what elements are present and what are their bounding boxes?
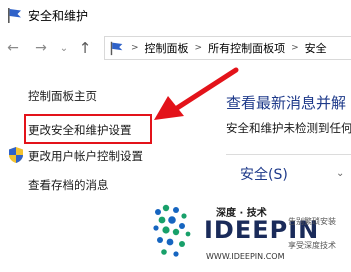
breadcrumb-control-panel[interactable]: 控制面板	[145, 40, 189, 56]
chevron-right-icon: >	[131, 43, 139, 53]
change-uac-settings-link[interactable]: 更改用户帐户控制设置	[28, 148, 143, 164]
watermark-slogan-1: 告别繁琐安装	[288, 217, 336, 226]
title-bar: 安全和维护	[0, 0, 351, 30]
arrow-right-icon[interactable]: →	[32, 37, 50, 59]
view-archived-messages-link[interactable]: 查看存档的消息	[28, 177, 109, 193]
watermark-site: WWW.IDEEPIN.COM	[206, 252, 285, 261]
navigation-bar: ← → ⌄ ↑ > 控制面板 > 所有控制面板项 > 安全	[0, 32, 351, 64]
control-panel-home-link[interactable]: 控制面板主页	[28, 88, 97, 104]
chevron-down-icon[interactable]: ⌄	[336, 168, 344, 179]
address-bar[interactable]: > 控制面板 > 所有控制面板项 > 安全	[104, 36, 351, 60]
window-title: 安全和维护	[28, 8, 89, 23]
annotation-arrow	[154, 67, 239, 120]
arrow-up-icon[interactable]: ↑	[76, 37, 94, 59]
breadcrumb-all-items[interactable]: 所有控制面板项	[208, 40, 285, 56]
uac-shield-icon	[8, 146, 24, 164]
security-section-header[interactable]: 安全(S)	[240, 164, 288, 184]
flag-icon	[6, 6, 24, 24]
arrow-left-icon[interactable]: ←	[4, 37, 22, 59]
status-text: 安全和维护未检测到任何	[226, 121, 351, 135]
divider	[226, 154, 351, 155]
highlight-box	[24, 114, 152, 144]
ideepin-logo	[153, 204, 191, 257]
chevron-right-icon[interactable]: >	[291, 43, 299, 53]
flag-icon	[109, 40, 125, 56]
chevron-down-icon[interactable]: ⌄	[58, 37, 70, 59]
watermark: 深度 · 技术 IDEEPIN 告别繁琐安装 享受深度技术 WWW.IDEEPI…	[150, 196, 351, 272]
page-heading: 查看最新消息并解	[226, 94, 347, 112]
breadcrumb-security[interactable]: 安全	[305, 40, 327, 56]
chevron-right-icon[interactable]: >	[195, 43, 203, 53]
watermark-slogan-2: 享受深度技术	[288, 241, 336, 250]
